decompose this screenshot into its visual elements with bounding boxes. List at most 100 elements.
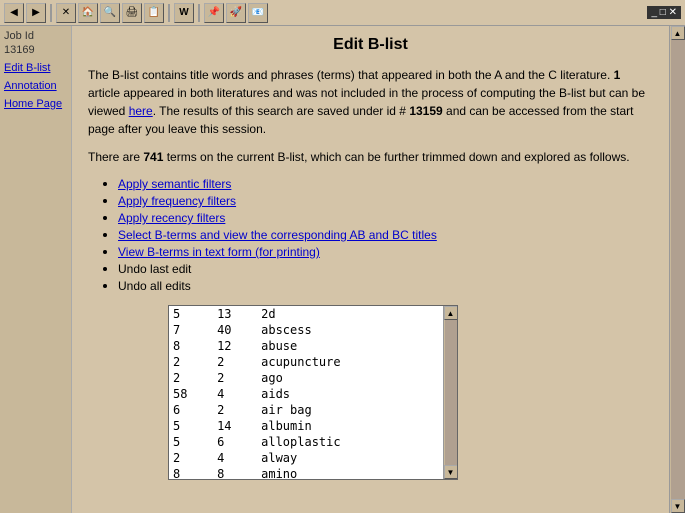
table-row: 514albumin (169, 418, 443, 434)
table-cell-col1: 8 (169, 466, 213, 480)
action-text-6: Undo all edits (118, 279, 191, 293)
sidebar-item-edit-blist[interactable]: Edit B-list (4, 62, 67, 74)
data-table: 5132d740abscess812abuse22acupuncture22ag… (169, 306, 443, 480)
table-row: 5132d (169, 306, 443, 322)
table-cell-col1: 7 (169, 322, 213, 338)
table-cell-col2: 14 (213, 418, 257, 434)
table-cell-col2: 13 (213, 306, 257, 322)
description-paragraph: The B-list contains title words and phra… (88, 66, 653, 138)
main-scrollbar: ▲ ▼ (669, 26, 685, 513)
print-button[interactable]: 🖨 (122, 3, 142, 23)
page-title: Edit B-list (88, 36, 653, 54)
toolbar-separator-1 (50, 4, 52, 22)
table-scroll-down[interactable]: ▼ (444, 465, 458, 479)
action-item-0: Apply semantic filters (118, 176, 653, 191)
table-cell-col2: 8 (213, 466, 257, 480)
table-cell-col1: 8 (169, 338, 213, 354)
data-table-container: 5132d740abscess812abuse22acupuncture22ag… (168, 305, 458, 480)
search-id: 13159 (409, 104, 442, 118)
table-row: 22acupuncture (169, 354, 443, 370)
here-link[interactable]: here (129, 104, 153, 118)
toolbar-separator-3 (198, 4, 200, 22)
action-item-6: Undo all edits (118, 278, 653, 293)
copy-button[interactable]: 📋 (144, 3, 164, 23)
back-button[interactable]: ◀ (4, 3, 24, 23)
sidebar: Job Id 13169 Edit B-list Annotation Home… (0, 26, 72, 513)
table-cell-col1: 2 (169, 354, 213, 370)
table-cell-col1: 5 (169, 434, 213, 450)
terms-text-1: There are (88, 150, 143, 164)
table-cell-col2: 2 (213, 354, 257, 370)
action-link-0[interactable]: Apply semantic filters (118, 177, 231, 191)
forward-button[interactable]: ▶ (26, 3, 46, 23)
action-item-4: View B-terms in text form (for printing) (118, 244, 653, 259)
table-cell-col1: 6 (169, 402, 213, 418)
search-button[interactable]: 🔍 (100, 3, 120, 23)
table-cell-col3: 2d (257, 306, 443, 322)
toolbar-separator-2 (168, 4, 170, 22)
table-cell-col1: 58 (169, 386, 213, 402)
action-link-2[interactable]: Apply recency filters (118, 211, 225, 225)
table-cell-col3: acupuncture (257, 354, 443, 370)
sidebar-item-home-page[interactable]: Home Page (4, 98, 67, 110)
action-link-3[interactable]: Select B-terms and view the correspondin… (118, 228, 437, 242)
description-text-3: . The results of this search are saved u… (153, 104, 410, 118)
description-article-count: 1 (614, 68, 621, 82)
terms-paragraph: There are 741 terms on the current B-lis… (88, 148, 653, 166)
table-cell-col3: aids (257, 386, 443, 402)
home-button[interactable]: 🏠 (78, 3, 98, 23)
table-scroll-up[interactable]: ▲ (444, 306, 458, 320)
table-cell-col1: 2 (169, 450, 213, 466)
table-cell-col3: abuse (257, 338, 443, 354)
table-cell-col3: air bag (257, 402, 443, 418)
action-item-1: Apply frequency filters (118, 193, 653, 208)
table-cell-col2: 40 (213, 322, 257, 338)
table-cell-col3: albumin (257, 418, 443, 434)
description-text-1: The B-list contains title words and phra… (88, 68, 614, 82)
table-cell-col1: 5 (169, 418, 213, 434)
action-item-3: Select B-terms and view the correspondin… (118, 227, 653, 242)
table-scrollbar: ▲ ▼ (443, 306, 457, 479)
table-cell-col2: 6 (213, 434, 257, 450)
table-cell-col2: 12 (213, 338, 257, 354)
table-cell-col3: abscess (257, 322, 443, 338)
scroll-track (671, 40, 685, 499)
action-text-5: Undo last edit (118, 262, 191, 276)
table-cell-col3: alloplastic (257, 434, 443, 450)
action-link-1[interactable]: Apply frequency filters (118, 194, 236, 208)
action-link-4[interactable]: View B-terms in text form (for printing) (118, 245, 320, 259)
table-cell-col2: 4 (213, 386, 257, 402)
terms-count: 741 (143, 150, 163, 164)
email-button[interactable]: 📧 (248, 3, 268, 23)
table-scroll-track (445, 320, 457, 465)
table-cell-col2: 2 (213, 402, 257, 418)
toolbar: ◀ ▶ ✕ 🏠 🔍 🖨 📋 W 📌 🚀 📧 _ □ ✕ (0, 0, 685, 26)
content-area: Edit B-list The B-list contains title wo… (72, 26, 669, 513)
action-item-2: Apply recency filters (118, 210, 653, 225)
terms-text-2: terms on the current B-list, which can b… (163, 150, 629, 164)
table-cell-col3: ago (257, 370, 443, 386)
action-item-5: Undo last edit (118, 261, 653, 276)
window-controls: _ □ ✕ (647, 6, 681, 19)
table-row: 22ago (169, 370, 443, 386)
table-row: 56alloplastic (169, 434, 443, 450)
action-list: Apply semantic filters Apply frequency fi… (118, 176, 653, 293)
table-cell-col1: 2 (169, 370, 213, 386)
table-cell-col2: 4 (213, 450, 257, 466)
scroll-up-arrow[interactable]: ▲ (671, 26, 685, 40)
table-cell-col2: 2 (213, 370, 257, 386)
table-cell-col3: alway (257, 450, 443, 466)
table-row: 88amino (169, 466, 443, 480)
table-row: 24alway (169, 450, 443, 466)
sidebar-job-id-value: 13169 (4, 44, 67, 56)
stop-button[interactable]: ✕ (56, 3, 76, 23)
word-button[interactable]: W (174, 3, 194, 23)
sidebar-item-annotation[interactable]: Annotation (4, 80, 67, 92)
sidebar-job-id-label: Job Id (4, 30, 67, 42)
launch-button[interactable]: 🚀 (226, 3, 246, 23)
pin-button[interactable]: 📌 (204, 3, 224, 23)
table-row: 62air bag (169, 402, 443, 418)
table-cell-col1: 5 (169, 306, 213, 322)
scroll-down-arrow[interactable]: ▼ (671, 499, 685, 513)
table-cell-col3: amino (257, 466, 443, 480)
